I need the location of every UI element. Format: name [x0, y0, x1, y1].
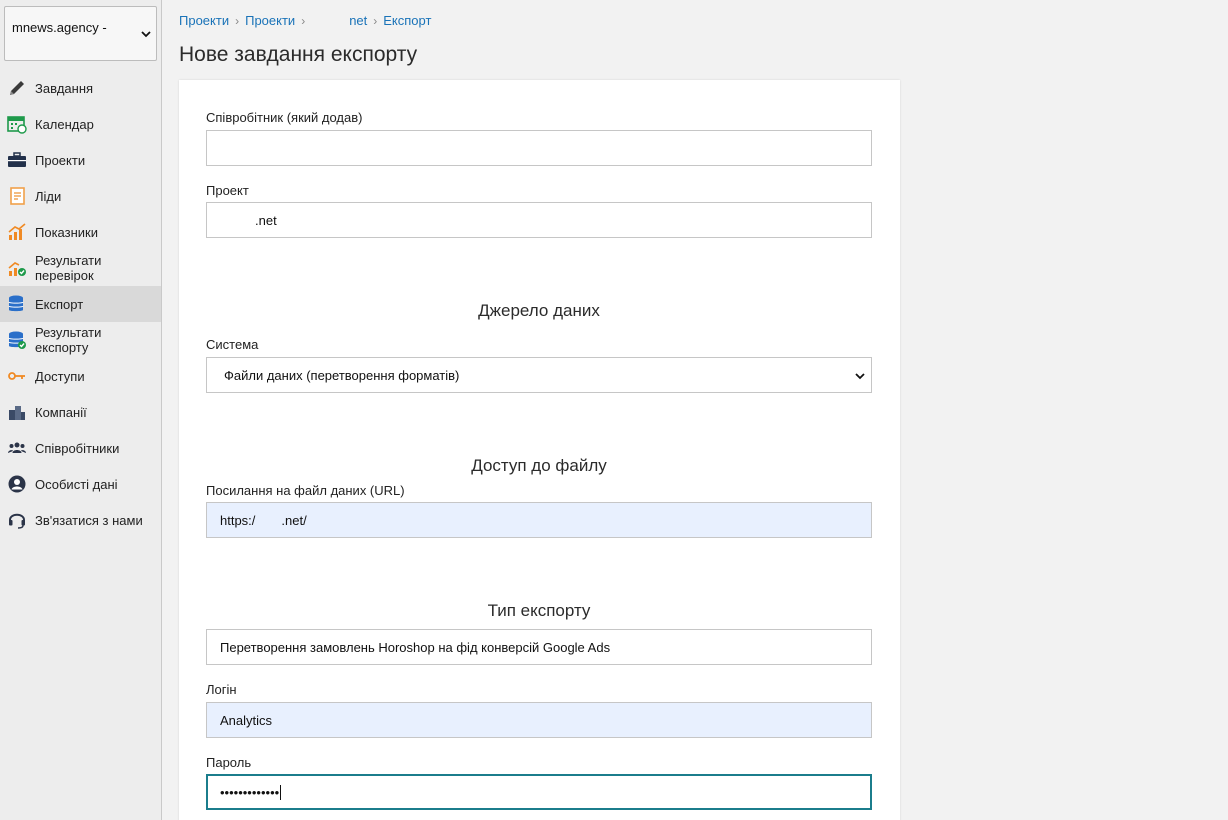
password-label: Пароль — [206, 755, 252, 770]
sidebar-item-leads[interactable]: Ліди — [0, 178, 161, 214]
export-type-field[interactable]: Перетворення замовлень Horoshop на фід к… — [206, 629, 872, 665]
chart-icon — [8, 223, 26, 240]
sidebar-item-label: Особисті дані — [35, 476, 118, 492]
chevron-down-icon — [141, 31, 151, 38]
file-url-prefix: https:/ — [220, 512, 256, 528]
system-select-value: Файли даних (перетворення форматів) — [224, 367, 460, 383]
pencil-icon — [10, 81, 24, 95]
breadcrumb-link-projects-2[interactable]: Проекти — [245, 13, 295, 28]
sidebar-item-calendar[interactable]: Календар — [0, 106, 161, 142]
calendar-icon — [7, 116, 27, 134]
project-field[interactable]: .net — [206, 202, 872, 238]
breadcrumb-link-export[interactable]: Експорт — [383, 13, 431, 28]
login-label: Логін — [206, 682, 237, 697]
people-icon — [8, 442, 26, 453]
password-field[interactable]: ••••••••••••• — [206, 774, 872, 810]
file-url-suffix: .net/ — [281, 512, 307, 528]
export-type-heading: Тип експорту — [487, 601, 591, 620]
data-source-heading: Джерело даних — [478, 301, 600, 320]
user-circle-icon — [8, 475, 26, 493]
sidebar-item-projects[interactable]: Проекти — [0, 142, 161, 178]
breadcrumb-separator-icon: › — [373, 13, 378, 28]
file-access-heading: Доступ до файлу — [471, 456, 607, 475]
key-icon — [8, 372, 25, 380]
text-cursor — [280, 784, 282, 800]
sidebar-item-tasks[interactable]: Завдання — [0, 70, 161, 106]
employee-label: Співробітник (який додав) — [206, 110, 363, 125]
password-value: ••••••••••••• — [220, 784, 280, 800]
sidebar-item-label: Результати експорту — [35, 325, 102, 355]
sidebar-item-label: Завдання — [35, 80, 94, 96]
sidebar-nav: Завдання Календар Проекти Ліди Показники… — [0, 70, 161, 538]
breadcrumb-link-project[interactable]: net — [349, 13, 367, 28]
system-select[interactable]: Файли даних (перетворення форматів) — [206, 357, 872, 393]
sidebar: mnews.agency - Завдання Календар Проекти… — [0, 0, 162, 820]
sidebar-item-label: Експорт — [35, 296, 84, 312]
sidebar-item-label: Календар — [35, 116, 94, 132]
chevron-down-icon — [855, 373, 865, 380]
breadcrumb-separator-icon: › — [301, 13, 306, 28]
breadcrumb-link-projects[interactable]: Проекти — [179, 13, 229, 28]
export-form-card: Співробітник (який додав) Проект .net Дж… — [179, 80, 900, 820]
database-icon — [8, 295, 24, 312]
sidebar-item-label: Компанії — [35, 404, 87, 420]
sidebar-item-export-results[interactable]: Результати експорту — [0, 322, 161, 358]
organization-select-value: mnews.agency - — [12, 20, 107, 35]
sidebar-item-label: Доступи — [35, 368, 85, 384]
sidebar-item-label: Показники — [35, 224, 98, 240]
breadcrumb: Проекти › Проекти › net › Експорт — [179, 13, 431, 28]
system-label: Система — [206, 337, 259, 352]
breadcrumb-separator-icon: › — [235, 13, 240, 28]
sidebar-item-label: Ліди — [35, 188, 62, 204]
buildings-icon — [9, 406, 25, 420]
sidebar-item-employees[interactable]: Співробітники — [0, 430, 161, 466]
sidebar-item-companies[interactable]: Компанії — [0, 394, 161, 430]
notepad-icon — [10, 187, 25, 205]
database-check-icon — [8, 331, 26, 349]
file-url-field[interactable]: https:/ .net/ — [206, 502, 872, 538]
headset-icon — [9, 513, 25, 529]
employee-field[interactable] — [206, 130, 872, 166]
sidebar-item-check-results[interactable]: Результати перевірок — [0, 250, 161, 286]
sidebar-item-metrics[interactable]: Показники — [0, 214, 161, 250]
sidebar-item-label: Зв'язатися з нами — [35, 512, 143, 528]
sidebar-item-label: Проекти — [35, 152, 86, 168]
sidebar-item-export[interactable]: Експорт — [0, 286, 161, 322]
briefcase-icon — [8, 152, 26, 167]
file-url-label: Посилання на файл даних (URL) — [206, 483, 405, 498]
sidebar-item-contact[interactable]: Зв'язатися з нами — [0, 502, 161, 538]
login-field[interactable]: Analytics — [206, 702, 872, 738]
chart-check-icon — [8, 262, 26, 276]
sidebar-item-label: Співробітники — [35, 440, 120, 456]
sidebar-item-label: Результати перевірок — [35, 253, 102, 283]
sidebar-item-access[interactable]: Доступи — [0, 358, 161, 394]
project-label: Проект — [206, 183, 249, 198]
page-title: Нове завдання експорту — [179, 43, 418, 66]
organization-select[interactable]: mnews.agency - — [4, 6, 157, 61]
sidebar-item-personal-data[interactable]: Особисті дані — [0, 466, 161, 502]
